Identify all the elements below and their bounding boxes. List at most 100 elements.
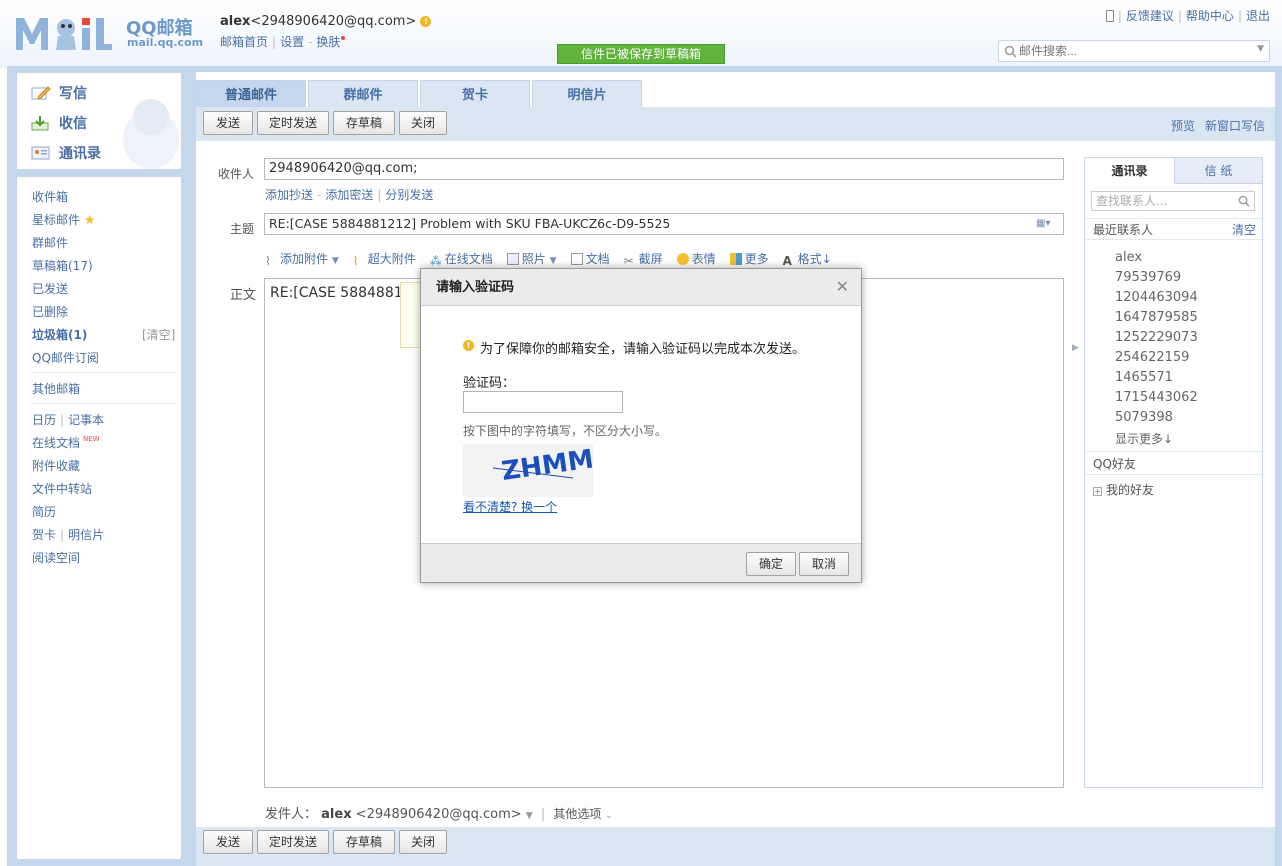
document-icon	[570, 253, 583, 265]
notebook-link[interactable]: 记事本	[68, 413, 104, 427]
help-center-link[interactable]: 帮助中心	[1186, 9, 1234, 23]
paperclip-icon: ⌇	[265, 254, 271, 268]
save-draft-button-bottom[interactable]: 存草稿	[333, 830, 395, 854]
change-skin-link[interactable]: 换肤	[316, 35, 340, 49]
emoji-button[interactable]: 表情	[676, 250, 716, 267]
captcha-input[interactable]	[463, 391, 623, 413]
compose-button[interactable]: 写信	[31, 81, 87, 105]
contact-search-input[interactable]: 查找联系人...	[1091, 191, 1255, 211]
new-badge: NEW	[83, 435, 100, 443]
mail-search-box[interactable]: ▼	[998, 40, 1270, 62]
clear-recent-link[interactable]: 清空	[1232, 219, 1256, 241]
large-attachment-button[interactable]: ⌇ 超大附件	[353, 250, 416, 268]
screenshot-button[interactable]: ✂ 截屏	[624, 250, 663, 268]
other-mailboxes[interactable]: 其他邮箱	[32, 380, 80, 397]
add-attachment-button[interactable]: ⌇ 添加附件 ▼	[265, 250, 339, 268]
folder-subscriptions[interactable]: QQ邮件订阅	[32, 349, 99, 366]
attachment-favorites-link[interactable]: 附件收藏	[32, 457, 80, 474]
folder-deleted[interactable]: 已删除	[32, 303, 68, 320]
resume-link[interactable]: 简历	[32, 503, 56, 520]
folder-starred[interactable]: 星标邮件 ★	[32, 211, 96, 228]
expand-plus-icon[interactable]: +	[1093, 487, 1102, 496]
tab-group-mail[interactable]: 群邮件	[308, 80, 418, 107]
close-icon[interactable]: ✕	[836, 278, 849, 296]
subject-format-icon[interactable]: ▦▾	[1036, 218, 1050, 229]
search-dropdown-icon[interactable]: ▼	[1257, 44, 1264, 54]
folder-drafts[interactable]: 草稿箱(17)	[32, 257, 93, 274]
chevron-down-icon[interactable]: ▼	[550, 256, 557, 266]
search-icon[interactable]	[1004, 45, 1017, 58]
warning-icon[interactable]: !	[420, 16, 432, 27]
close-button[interactable]: 关闭	[399, 111, 447, 135]
logout-link[interactable]: 退出	[1246, 9, 1270, 23]
online-doc-button[interactable]: ⁂ 在线文档	[430, 250, 493, 268]
file-transfer-link[interactable]: 文件中转站	[32, 480, 92, 497]
inbox-button[interactable]: 收信	[31, 111, 87, 135]
recipient-field[interactable]: 2948906420@qq.com;	[264, 158, 1064, 180]
close-button-bottom[interactable]: 关闭	[399, 830, 447, 854]
separate-send-link[interactable]: 分别发送	[385, 188, 433, 202]
chevron-down-icon[interactable]: ▼	[332, 256, 339, 266]
search-icon[interactable]	[1238, 195, 1250, 207]
mail-search-input[interactable]	[1019, 41, 1249, 61]
panel-toggle-arrow-icon[interactable]: ▶	[1072, 343, 1079, 353]
tab-greeting-card[interactable]: 贺卡	[420, 80, 530, 107]
qq-mail-logo[interactable]: QQ邮箱 mail.qq.com	[14, 10, 204, 52]
refresh-captcha-link[interactable]: 看不清楚? 换一个	[463, 498, 557, 515]
online-docs-link[interactable]: 在线文档 NEW	[32, 434, 100, 451]
show-more-link[interactable]: 显示更多↓	[1115, 430, 1173, 447]
tab-stationery[interactable]: 信 纸	[1174, 158, 1262, 184]
contact-item[interactable]: 254622159	[1115, 350, 1189, 365]
contact-item[interactable]: 1715443062	[1115, 390, 1198, 405]
other-options-label: 其他选项	[553, 807, 602, 821]
my-friends-group[interactable]: + 我的好友	[1093, 481, 1154, 498]
feedback-link[interactable]: 反馈建议	[1126, 9, 1174, 23]
more-button[interactable]: 更多	[729, 250, 769, 267]
scheduled-send-button[interactable]: 定时发送	[257, 111, 329, 135]
clear-spam-link[interactable]: [清空]	[142, 326, 175, 343]
folder-group-mail[interactable]: 群邮件	[32, 234, 68, 251]
phone-icon[interactable]	[1105, 10, 1114, 22]
contact-item[interactable]: 1647879585	[1115, 310, 1198, 325]
folder-spam[interactable]: 垃圾箱(1)	[32, 326, 87, 343]
tab-normal-mail[interactable]: 普通邮件	[196, 80, 306, 107]
confirm-button[interactable]: 确定	[746, 552, 796, 576]
contact-item[interactable]: 79539769	[1115, 270, 1181, 285]
scheduled-send-button-bottom[interactable]: 定时发送	[257, 830, 329, 854]
captcha-label: 验证码：	[463, 376, 516, 391]
document-button[interactable]: 文档	[570, 250, 610, 267]
contact-item[interactable]: 1252229073	[1115, 330, 1198, 345]
photo-label: 照片	[521, 252, 546, 266]
format-button[interactable]: A 格式↓	[783, 250, 832, 268]
subject-field[interactable]: RE:[CASE 5884881212] Problem with SKU FB…	[264, 213, 1064, 235]
mail-home-link[interactable]: 邮箱首页	[220, 35, 268, 49]
send-button[interactable]: 发送	[203, 111, 253, 135]
tab-contacts[interactable]: 通讯录	[1085, 158, 1174, 184]
contact-item[interactable]: 1204463094	[1115, 290, 1198, 305]
address-book-button[interactable]: 通讯录	[31, 141, 101, 165]
postcard-link[interactable]: 明信片	[68, 528, 104, 542]
sender-dropdown-icon[interactable]: ▼	[526, 811, 533, 821]
preview-link[interactable]: 预览	[1171, 119, 1195, 133]
add-bcc-link[interactable]: 添加密送	[325, 188, 373, 202]
calendar-link[interactable]: 日历	[32, 413, 56, 427]
contact-item[interactable]: 5079398	[1115, 410, 1173, 425]
add-cc-link[interactable]: 添加抄送	[265, 188, 313, 202]
cancel-button[interactable]: 取消	[799, 552, 849, 576]
card-link[interactable]: 贺卡	[32, 528, 56, 542]
folder-sent[interactable]: 已发送	[32, 280, 68, 297]
send-button-bottom[interactable]: 发送	[203, 830, 253, 854]
new-window-link[interactable]: 新窗口写信	[1205, 119, 1265, 133]
contact-item[interactable]: alex	[1115, 250, 1142, 265]
reading-space-link[interactable]: 阅读空间	[32, 549, 80, 566]
photo-icon	[506, 253, 519, 265]
tab-postcard[interactable]: 明信片	[532, 80, 642, 107]
save-draft-button[interactable]: 存草稿	[333, 111, 395, 135]
contact-card-icon	[31, 146, 50, 160]
settings-link[interactable]: 设置	[280, 35, 304, 49]
contact-item[interactable]: 1465571	[1115, 370, 1173, 385]
sender-name: alex	[321, 807, 352, 822]
folder-inbox[interactable]: 收件箱	[32, 188, 68, 205]
other-options-link[interactable]: 其他选项 ⌄	[553, 807, 612, 821]
photo-button[interactable]: 照片 ▼	[506, 250, 557, 267]
